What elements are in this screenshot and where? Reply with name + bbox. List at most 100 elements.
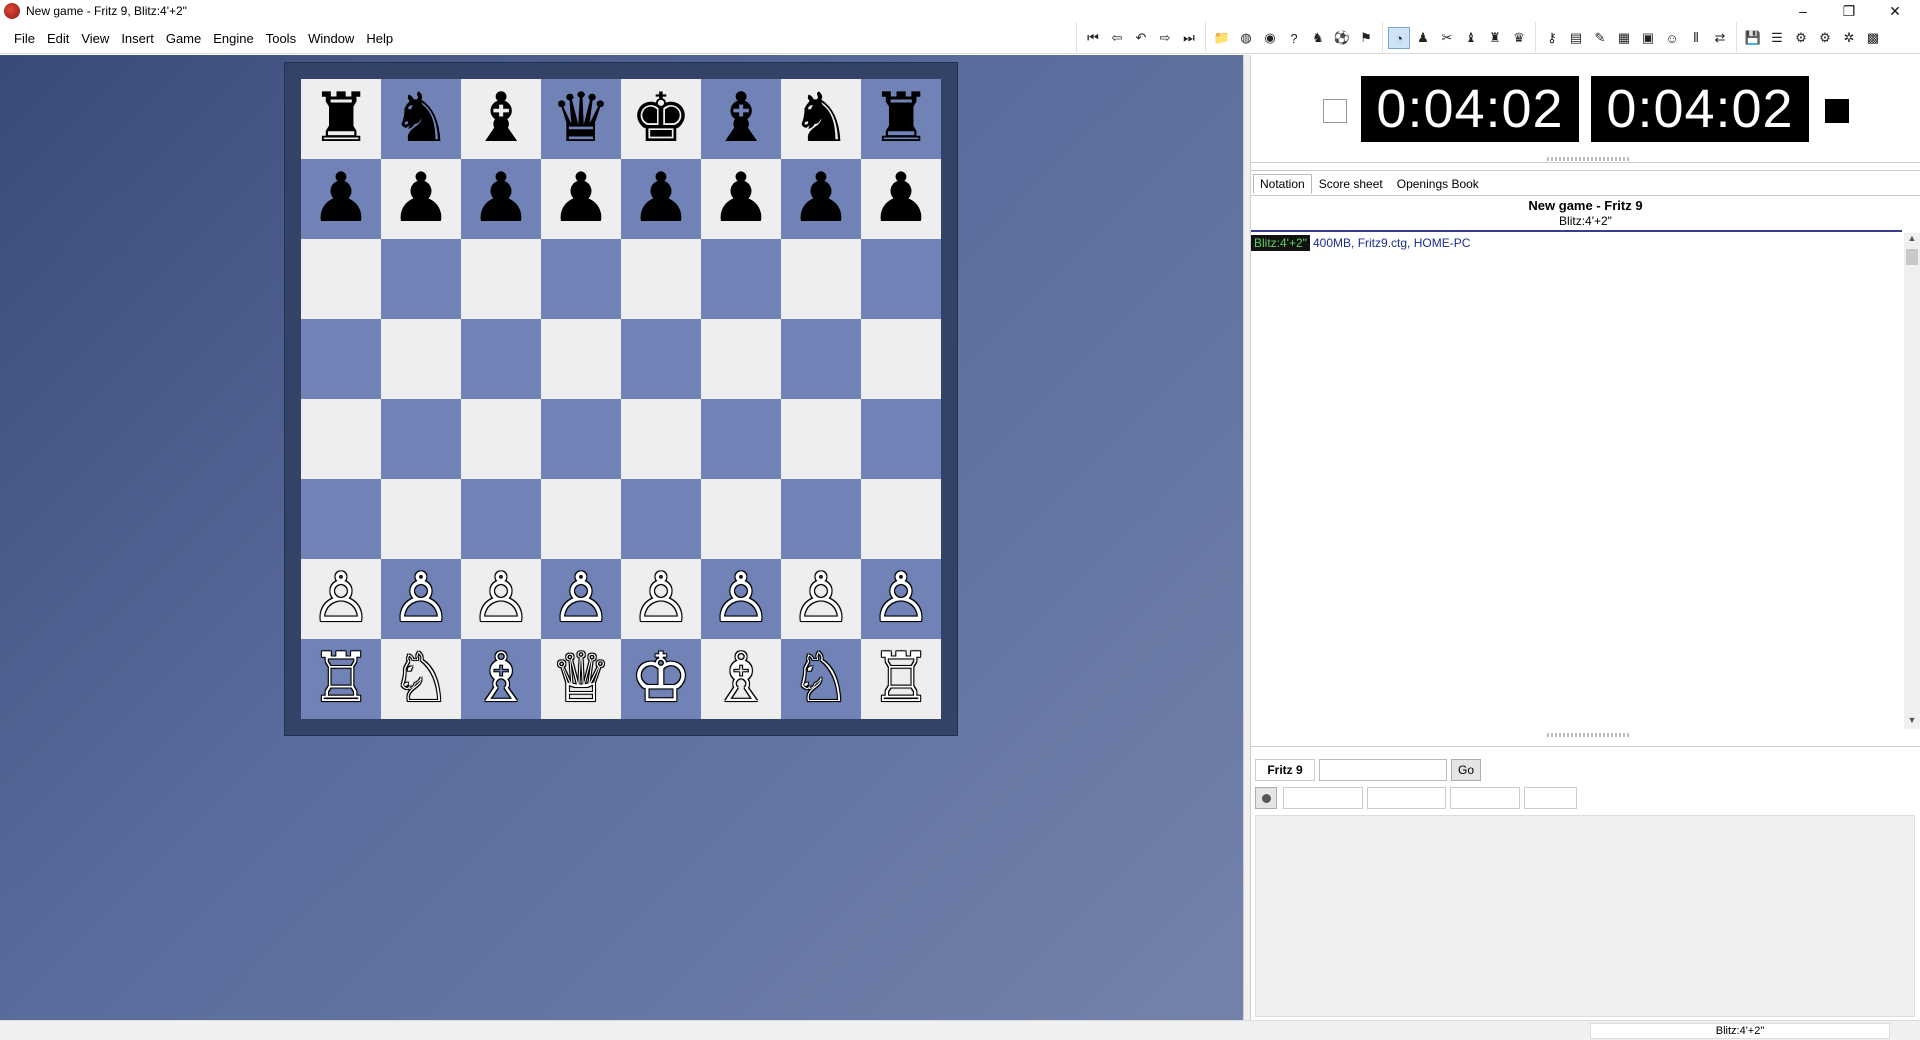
square-d5[interactable]: [541, 319, 621, 399]
menu-help[interactable]: Help: [360, 31, 399, 46]
red-piece-icon[interactable]: ♛: [1508, 27, 1530, 49]
chess-piece[interactable]: ♟: [631, 165, 692, 233]
square-c1[interactable]: ♗: [461, 639, 541, 719]
square-a1[interactable]: ♖: [301, 639, 381, 719]
square-f7[interactable]: ♟: [701, 159, 781, 239]
pane-grip-2[interactable]: [1547, 733, 1631, 737]
square-d3[interactable]: [541, 479, 621, 559]
chess-piece[interactable]: ♘: [391, 645, 452, 713]
square-b7[interactable]: ♟: [381, 159, 461, 239]
square-b3[interactable]: [381, 479, 461, 559]
scroll-up-icon[interactable]: ▲: [1904, 233, 1920, 247]
close-button[interactable]: ✕: [1872, 0, 1918, 22]
minimize-button[interactable]: –: [1780, 0, 1826, 22]
save-icon[interactable]: 💾: [1742, 27, 1764, 49]
chess-piece[interactable]: ♙: [631, 565, 692, 633]
chess-piece[interactable]: ♔: [631, 645, 692, 713]
square-e6[interactable]: [621, 239, 701, 319]
square-e1[interactable]: ♔: [621, 639, 701, 719]
square-b6[interactable]: [381, 239, 461, 319]
square-b1[interactable]: ♘: [381, 639, 461, 719]
square-e2[interactable]: ♙: [621, 559, 701, 639]
square-f2[interactable]: ♙: [701, 559, 781, 639]
square-a4[interactable]: [301, 399, 381, 479]
chess-piece[interactable]: ♜: [871, 85, 932, 153]
chess-piece[interactable]: ♟: [711, 165, 772, 233]
tab-openings-book[interactable]: Openings Book: [1390, 174, 1486, 194]
square-h6[interactable]: [861, 239, 941, 319]
square-g7[interactable]: ♟: [781, 159, 861, 239]
chess-piece[interactable]: ♖: [311, 645, 372, 713]
square-h1[interactable]: ♖: [861, 639, 941, 719]
globe-icon[interactable]: ◍: [1235, 27, 1257, 49]
chess-piece[interactable]: ♜: [311, 85, 372, 153]
square-e4[interactable]: [621, 399, 701, 479]
menu-engine[interactable]: Engine: [207, 31, 259, 46]
menu-window[interactable]: Window: [302, 31, 360, 46]
square-a7[interactable]: ♟: [301, 159, 381, 239]
chess-piece[interactable]: ♝: [711, 85, 772, 153]
square-e5[interactable]: [621, 319, 701, 399]
square-g6[interactable]: [781, 239, 861, 319]
open-folder-icon[interactable]: 📁: [1211, 27, 1233, 49]
square-d7[interactable]: ♟: [541, 159, 621, 239]
chess-piece[interactable]: ♚: [631, 85, 692, 153]
chess-piece[interactable]: ♙: [711, 565, 772, 633]
square-g8[interactable]: ♞: [781, 79, 861, 159]
square-f3[interactable]: [701, 479, 781, 559]
square-d6[interactable]: [541, 239, 621, 319]
square-d2[interactable]: ♙: [541, 559, 621, 639]
chess-piece[interactable]: ♟: [791, 165, 852, 233]
engine-toggle-button[interactable]: [1255, 787, 1277, 809]
go-button[interactable]: Go: [1451, 759, 1481, 781]
chess-piece[interactable]: ♙: [551, 565, 612, 633]
square-g2[interactable]: ♙: [781, 559, 861, 639]
chess-piece[interactable]: ♞: [791, 85, 852, 153]
vertical-splitter[interactable]: [1243, 55, 1251, 1020]
square-f6[interactable]: [701, 239, 781, 319]
link-icon[interactable]: ⇄: [1709, 27, 1731, 49]
engine-2-icon[interactable]: ⚙: [1814, 27, 1836, 49]
undo-move-icon[interactable]: ↶: [1130, 27, 1152, 49]
window-icon[interactable]: ▩: [1862, 27, 1884, 49]
menu-tools[interactable]: Tools: [260, 31, 302, 46]
square-f5[interactable]: [701, 319, 781, 399]
split-icon[interactable]: ⫴: [1685, 27, 1707, 49]
menu-file[interactable]: File: [8, 31, 41, 46]
coin-icon[interactable]: ◉: [1259, 27, 1281, 49]
square-c7[interactable]: ♟: [461, 159, 541, 239]
engine-name[interactable]: Fritz 9: [1255, 759, 1315, 781]
menu-view[interactable]: View: [75, 31, 115, 46]
square-h5[interactable]: [861, 319, 941, 399]
square-h8[interactable]: ♜: [861, 79, 941, 159]
tool-icon[interactable]: ✂: [1436, 27, 1458, 49]
square-c8[interactable]: ♝: [461, 79, 541, 159]
square-d1[interactable]: ♕: [541, 639, 621, 719]
chess-piece[interactable]: ♙: [391, 565, 452, 633]
ball-icon[interactable]: ⚽: [1331, 27, 1353, 49]
square-h2[interactable]: ♙: [861, 559, 941, 639]
square-b8[interactable]: ♞: [381, 79, 461, 159]
square-c4[interactable]: [461, 399, 541, 479]
square-e3[interactable]: [621, 479, 701, 559]
menu-edit[interactable]: Edit: [41, 31, 75, 46]
square-b2[interactable]: ♙: [381, 559, 461, 639]
square-h4[interactable]: [861, 399, 941, 479]
square-d4[interactable]: [541, 399, 621, 479]
chess-piece[interactable]: ♞: [391, 85, 452, 153]
square-a3[interactable]: [301, 479, 381, 559]
restore-button[interactable]: ❐: [1826, 0, 1872, 22]
tab-notation[interactable]: Notation: [1253, 174, 1312, 194]
analysis-icon[interactable]: ✲: [1838, 27, 1860, 49]
chess-piece[interactable]: ♟: [551, 165, 612, 233]
first-move-icon[interactable]: ⏮: [1082, 27, 1104, 49]
pieces-icon[interactable]: ♜: [1484, 27, 1506, 49]
square-c5[interactable]: [461, 319, 541, 399]
engine-output[interactable]: [1255, 815, 1915, 1017]
square-f8[interactable]: ♝: [701, 79, 781, 159]
chess-piece[interactable]: ♙: [311, 565, 372, 633]
hint-icon[interactable]: ?: [1283, 27, 1305, 49]
square-a2[interactable]: ♙: [301, 559, 381, 639]
square-f1[interactable]: ♗: [701, 639, 781, 719]
square-c6[interactable]: [461, 239, 541, 319]
